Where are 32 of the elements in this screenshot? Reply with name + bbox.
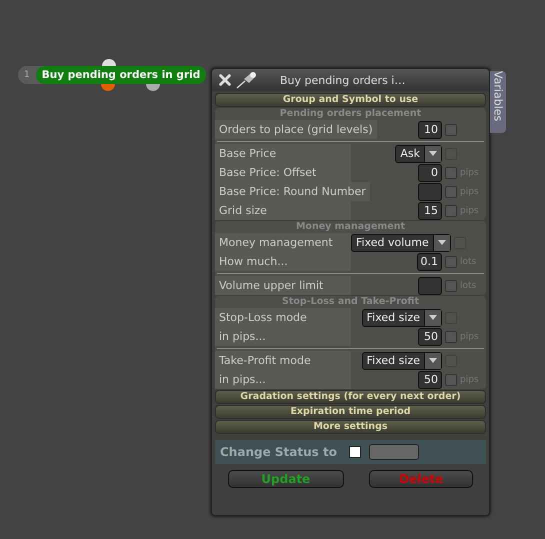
section-header[interactable]: More settings (215, 420, 486, 434)
field-label: in pips... (215, 370, 351, 389)
field-label: Volume upper limit (215, 276, 351, 295)
field-label: Base Price: Offset (215, 163, 351, 182)
status-label: Change Status to (220, 445, 337, 459)
field-label: Stop-Loss mode (215, 308, 351, 327)
field-label: Orders to place (grid levels) (215, 120, 377, 139)
field-label: Take-Profit mode (215, 351, 351, 370)
number-field[interactable]: 0.1 (416, 252, 442, 270)
field-label: Money management (215, 233, 351, 252)
field-label: Grid size (215, 201, 351, 220)
section-header[interactable]: Gradation settings (for every next order) (215, 390, 486, 404)
dropdown[interactable]: Fixed volume (351, 234, 451, 252)
number-field[interactable]: 10 (418, 120, 442, 138)
update-button[interactable]: Update (228, 470, 344, 488)
number-field[interactable]: 15 (418, 202, 442, 220)
dropdown[interactable]: Fixed size (362, 308, 442, 326)
field-label: How much... (215, 252, 351, 271)
window-title: Buy pending orders i… (280, 74, 406, 86)
section-header[interactable]: Expiration time period (215, 405, 486, 419)
side-tab[interactable]: Variables (490, 71, 506, 133)
dropdown[interactable]: Ask (395, 144, 442, 162)
number-field[interactable]: 50 (418, 328, 442, 346)
dropdown[interactable]: Fixed size (362, 352, 442, 370)
node-title[interactable]: Buy pending orders in grid (36, 66, 206, 84)
section-header[interactable]: Group and Symbol to use (215, 93, 486, 107)
field-label: Base Price (215, 144, 351, 163)
number-field[interactable]: 50 (418, 370, 442, 388)
number-field[interactable]: 0 (418, 164, 442, 182)
node-index: 1 (23, 70, 31, 80)
field-label: Base Price: Round Number (215, 182, 370, 201)
field-label: in pips... (215, 327, 351, 346)
